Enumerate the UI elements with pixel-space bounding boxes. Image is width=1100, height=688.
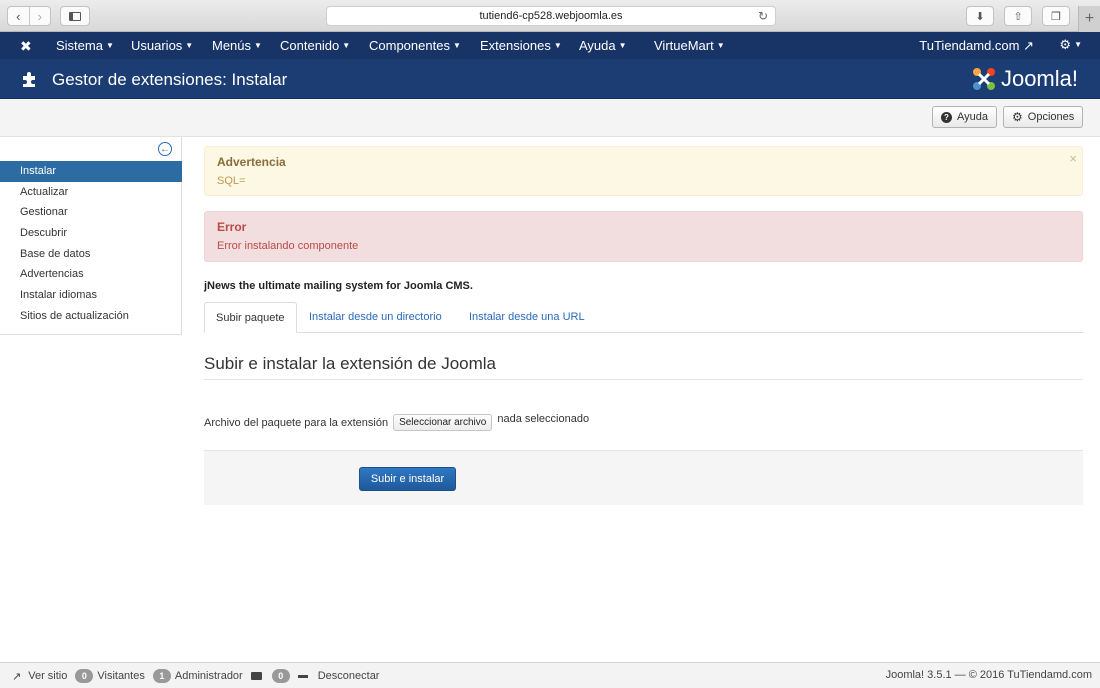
sidebar-item-sitios-de-actualizacion[interactable]: Sitios de actualización [0,306,182,327]
caret-down-icon: ▼ [553,41,562,50]
joomla-mark-icon [972,68,995,90]
browser-sidebar-button[interactable] [60,6,90,26]
tab-subir-paquete[interactable]: Subir paquete [204,302,297,333]
error-heading: Error [217,220,247,234]
sidebar-item-instalar-idiomas[interactable]: Instalar idiomas [0,285,182,306]
caret-down-icon: ▼ [185,41,194,50]
new-tab-button[interactable]: + [1078,6,1100,32]
tab-instalar-directorio[interactable]: Instalar desde un directorio [298,302,453,333]
menu-ayuda[interactable]: Ayuda ▼ [579,38,627,53]
options-button[interactable]: ⚙ Opciones [1003,106,1084,128]
share-button[interactable]: ⇧ [1004,6,1032,26]
caret-down-icon: ▼ [452,41,461,50]
joomla-wordmark: Joomla! [1000,66,1078,91]
address-bar[interactable]: tutiend6-cp528.webjoomla.es ↻ [326,6,776,26]
admins-label: Administrador [174,670,243,682]
choose-file-button[interactable]: Seleccionar archivo [393,414,493,431]
view-site-link[interactable]: Ver sitio [28,670,67,682]
caret-down-icon: ▼ [1074,40,1082,49]
messages-badge[interactable]: 0 [271,669,290,683]
browser-toolbar: ‹ › tutiend6-cp528.webjoomla.es ↻ ⬇ ⇧ ❐ … [0,0,1100,32]
collapse-sidebar-icon[interactable]: ← [158,142,172,156]
file-label: Archivo del paquete para la extensión [204,416,389,429]
section-divider [204,379,1083,380]
page-title: Gestor de extensiones: Instalar [52,70,288,89]
reload-icon[interactable]: ↻ [758,9,768,23]
sidebar-icon [69,11,81,21]
visitors-label: Visitantes [97,670,145,682]
status-left: ↗ Ver sitio 0 Visitantes 1 Administrador… [12,669,379,683]
menu-virtuemart[interactable]: VirtueMart ▼ [654,38,725,53]
page-header: Gestor de extensiones: Instalar Joomla! [0,59,1100,99]
form-actions: Subir e instalar [204,450,1083,505]
minus-icon [297,674,308,678]
url-text: tutiend6-cp528.webjoomla.es [479,10,623,22]
tab-instalar-url[interactable]: Instalar desde una URL [458,302,596,333]
sidebar-menu: Instalar Actualizar Gestionar Descubrir … [0,161,182,327]
sidebar-item-advertencias[interactable]: Advertencias [0,264,182,285]
sidebar-item-base-de-datos[interactable]: Base de datos [0,244,182,265]
upload-install-button[interactable]: Subir e instalar [359,467,456,491]
help-button[interactable]: ? Ayuda [932,106,997,128]
caret-down-icon: ▼ [342,41,351,50]
question-icon: ? [941,111,952,123]
puzzle-icon [23,72,35,87]
caret-down-icon: ▼ [716,41,725,50]
sidebar-item-actualizar[interactable]: Actualizar [0,182,182,203]
site-link[interactable]: TuTiendamd.com ↗ [919,38,1034,54]
footer-copyright: Joomla! 3.5.1 — © 2016 TuTiendamd.com [885,669,1092,681]
main-content: Advertencia SQL= × Error Error instaland… [204,146,1083,505]
error-alert: Error Error instalando componente [204,211,1083,262]
menu-menus[interactable]: Menús ▼ [212,38,262,53]
admins-badge: 1 [152,669,171,683]
file-upload-row: Archivo del paquete para la extensión Se… [204,413,590,431]
caret-down-icon: ▼ [254,41,262,50]
back-button[interactable]: ‹ [8,7,29,25]
menu-usuarios[interactable]: Usuarios ▼ [131,38,193,53]
install-tabs: Subir paquete Instalar desde un director… [204,302,1083,333]
caret-down-icon: ▼ [105,41,114,50]
warning-heading: Advertencia [217,155,286,169]
external-link-icon: ↗ [1023,38,1034,53]
menu-sistema[interactable]: Sistema ▼ [56,38,114,53]
extension-description: jNews the ultimate mailing system for Jo… [204,280,473,292]
warning-alert: Advertencia SQL= × [204,146,1083,196]
mail-icon [250,672,262,680]
gear-icon: ⚙ [1012,110,1023,124]
file-status: nada seleccionado [497,413,590,425]
caret-down-icon: ▼ [618,41,627,50]
menu-componentes[interactable]: Componentes ▼ [369,38,461,53]
external-link-icon: ↗ [12,670,22,683]
gear-icon: ⚙ [1059,37,1072,52]
visitors-badge: 0 [75,669,94,683]
forward-button[interactable]: › [28,7,51,25]
sidebar-item-descubrir[interactable]: Descubrir [0,223,182,244]
toolbar: ? Ayuda ⚙ Opciones [0,99,1100,137]
menu-extensiones[interactable]: Extensiones ▼ [480,38,562,53]
joomla-logo: Joomla! [971,65,1078,93]
error-message: Error instalando componente [217,240,359,252]
status-bar: ↗ Ver sitio 0 Visitantes 1 Administrador… [0,662,1100,688]
close-alert-button[interactable]: × [1069,151,1077,166]
admin-menu-bar: ✖ Sistema ▼ Usuarios ▼ Menús ▼ Contenido ▼ C… [0,32,1100,59]
joomla-logo-icon[interactable]: ✖ [20,38,32,55]
warning-message: SQL= [217,175,246,187]
sidebar-item-gestionar[interactable]: Gestionar [0,202,182,223]
user-settings-menu[interactable]: ⚙ ▼ [1059,37,1082,53]
downloads-button[interactable]: ⬇ [966,6,994,26]
menu-contenido[interactable]: Contenido ▼ [280,38,350,53]
tabs-overview-button[interactable]: ❐ [1042,6,1070,26]
sidebar-item-instalar[interactable]: Instalar [0,161,182,182]
logout-link[interactable]: Desconectar [318,670,380,682]
history-nav: ‹ › [7,6,51,26]
section-title: Subir e instalar la extensión de Joomla [204,354,496,373]
sidebar: ← Instalar Actualizar Gestionar Descubri… [0,137,182,335]
